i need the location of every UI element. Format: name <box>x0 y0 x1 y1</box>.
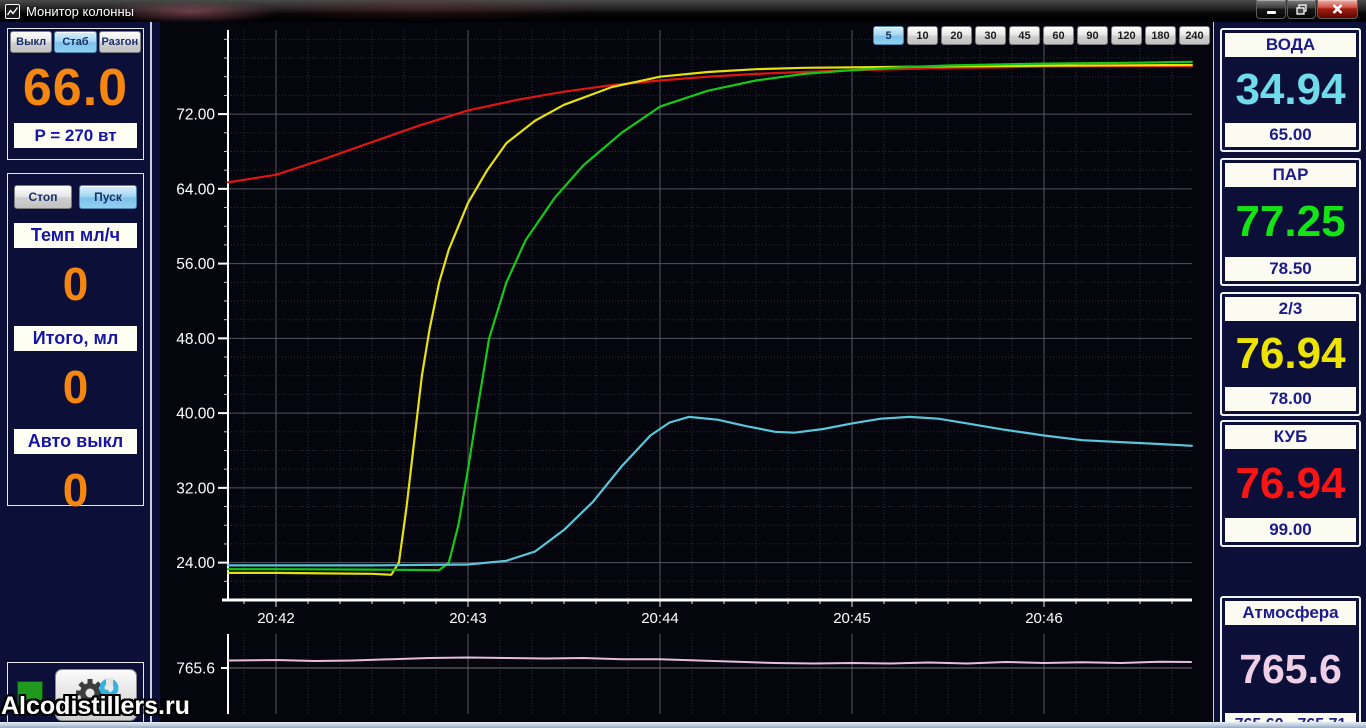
svg-text:24.00: 24.00 <box>176 555 215 572</box>
rate-label: Темп мл/ч <box>14 223 137 248</box>
close-button[interactable] <box>1317 0 1358 19</box>
power-setpoint-value: 66.0 <box>22 59 129 117</box>
tile-kub-value: 76.94 <box>1235 458 1346 508</box>
svg-text:48.00: 48.00 <box>176 331 215 348</box>
svg-text:40.00: 40.00 <box>176 406 215 423</box>
range-button-120[interactable]: 120 <box>1111 26 1142 45</box>
tile-atmosphere-footer: 765.60 765.71 <box>1225 713 1356 722</box>
tile-par-value: 77.25 <box>1235 197 1346 246</box>
svg-text:72.00: 72.00 <box>176 107 215 124</box>
taskbar-edge <box>0 722 1366 728</box>
svg-text:32.00: 32.00 <box>176 480 215 497</box>
range-button-5[interactable]: 5 <box>873 26 904 45</box>
range-button-10[interactable]: 10 <box>907 26 938 45</box>
total-value: 0 <box>62 361 89 413</box>
svg-text:20:45: 20:45 <box>833 610 871 627</box>
tile-atmosphere-label: Атмосфера <box>1225 601 1356 625</box>
mode-button-razgon[interactable]: Разгон <box>98 31 141 53</box>
tile-voda: ВОДА 34.94 65.00 <box>1220 28 1361 152</box>
tile-two-thirds-label: 2/3 <box>1225 297 1356 321</box>
titlebar: Монитор колонны <box>0 0 1366 22</box>
total-label: Итого, мл <box>14 326 137 351</box>
close-icon <box>1332 4 1343 14</box>
power-box: Выкл Стаб Разгон 66.0 P = 270 вт <box>7 28 144 160</box>
minimize-button[interactable] <box>1256 0 1286 19</box>
tile-atmosphere-value: 765.6 <box>1239 645 1342 692</box>
tile-two-thirds: 2/3 76.94 78.00 <box>1220 292 1361 416</box>
watermark: Alcodistillers.ru <box>1 692 190 720</box>
main-area: Выкл Стаб Разгон 66.0 P = 270 вт Стоп Пу… <box>0 22 1366 722</box>
tile-voda-label: ВОДА <box>1225 33 1356 57</box>
tile-kub: КУБ 76.94 99.00 <box>1220 420 1361 547</box>
rate-value: 0 <box>62 258 89 310</box>
tile-two-thirds-setpoint[interactable]: 78.00 <box>1225 387 1356 411</box>
auto-off-label: Авто выкл <box>14 429 137 454</box>
dispense-box: Стоп Пуск Темп мл/ч 0 Итого, мл 0 Авто в… <box>7 173 144 516</box>
range-button-20[interactable]: 20 <box>941 26 972 45</box>
tile-par-label: ПАР <box>1225 163 1356 187</box>
range-button-240[interactable]: 240 <box>1179 26 1210 45</box>
svg-text:20:46: 20:46 <box>1025 610 1063 627</box>
range-button-60[interactable]: 60 <box>1043 26 1074 45</box>
power-watts-label: P = 270 вт <box>14 123 137 148</box>
restore-icon <box>1296 3 1307 15</box>
panel-separator <box>150 22 152 722</box>
temperature-chart: 72.00 64.00 56.00 48.00 40.00 32.00 24.00 20:42… <box>176 30 1193 714</box>
app-window: Монитор колонны Выкл Стаб Разгон 66.0 P <box>0 0 1366 728</box>
svg-text:64.00: 64.00 <box>176 181 215 198</box>
start-button[interactable]: Пуск <box>79 185 137 209</box>
minimize-icon <box>1266 10 1276 14</box>
time-range-buttons: 5 10 20 30 45 60 90 120 180 240 <box>873 26 1210 45</box>
tile-par-setpoint[interactable]: 78.50 <box>1225 257 1356 281</box>
svg-text:56.00: 56.00 <box>176 256 215 273</box>
range-button-45[interactable]: 45 <box>1009 26 1040 45</box>
stop-button[interactable]: Стоп <box>14 185 72 209</box>
mode-button-off[interactable]: Выкл <box>10 31 53 53</box>
tile-voda-setpoint[interactable]: 65.00 <box>1225 123 1356 147</box>
svg-text:20:44: 20:44 <box>641 610 679 627</box>
tile-voda-value: 34.94 <box>1235 65 1346 114</box>
tile-atmosphere: Атмосфера 765.6 765.60 765.71 <box>1220 596 1361 722</box>
app-chart-icon <box>5 3 20 19</box>
right-sensor-panel: ВОДА 34.94 65.00 ПАР 77.25 78.50 2/3 76.… <box>1213 22 1366 722</box>
svg-text:765.6: 765.6 <box>176 661 215 678</box>
tile-kub-label: КУБ <box>1225 425 1356 449</box>
window-title: Монитор колонны <box>26 3 134 19</box>
range-button-30[interactable]: 30 <box>975 26 1006 45</box>
range-button-180[interactable]: 180 <box>1145 26 1176 45</box>
restore-button[interactable] <box>1287 0 1316 19</box>
auto-off-value: 0 <box>62 464 89 516</box>
svg-text:20:43: 20:43 <box>449 610 487 627</box>
tile-two-thirds-value: 76.94 <box>1235 329 1346 378</box>
svg-text:20:42: 20:42 <box>257 610 295 627</box>
range-button-90[interactable]: 90 <box>1077 26 1108 45</box>
tile-par: ПАР 77.25 78.50 <box>1220 158 1361 286</box>
chart-area: 5 10 20 30 45 60 90 120 180 240 72.00 64.… <box>160 22 1213 722</box>
tile-kub-setpoint[interactable]: 99.00 <box>1225 518 1356 542</box>
left-control-panel: Выкл Стаб Разгон 66.0 P = 270 вт Стоп Пу… <box>0 22 190 722</box>
mode-button-stab[interactable]: Стаб <box>54 31 97 53</box>
